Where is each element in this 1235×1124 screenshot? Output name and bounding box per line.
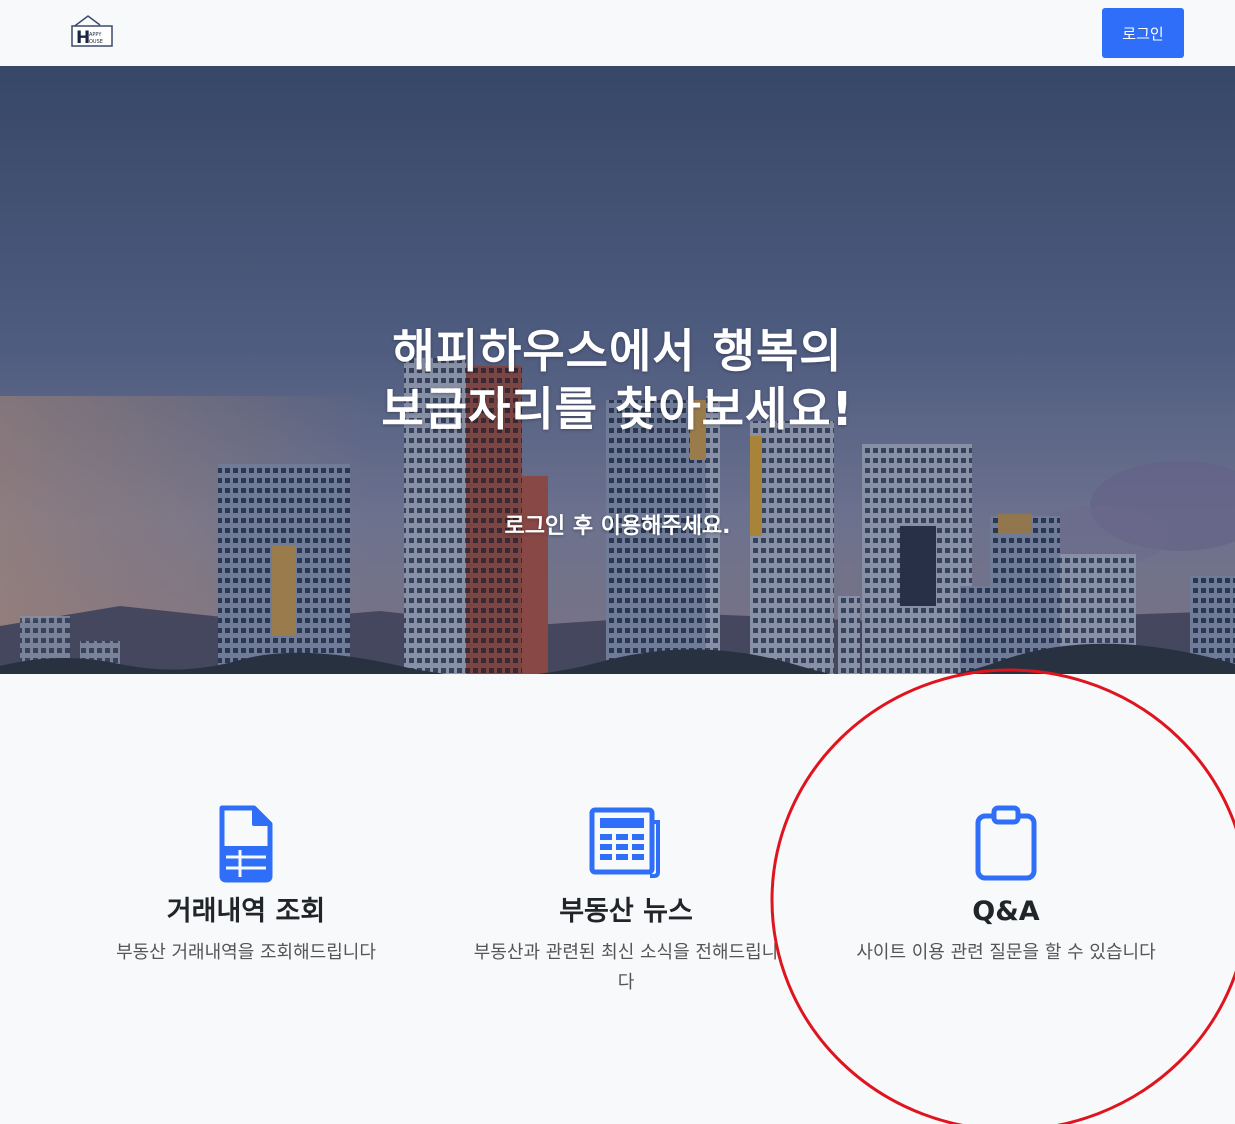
logo-text-top: APPY — [89, 32, 102, 38]
logo-text-bottom: OUSE — [89, 39, 103, 45]
feature-qna-description: 사이트 이용 관련 질문을 할 수 있습니다 — [856, 942, 1156, 963]
navbar: H APPY OUSE 로그인 — [0, 0, 1235, 66]
feature-transactions-title: 거래내역 조회 — [166, 896, 326, 927]
house-logo-icon: H APPY OUSE — [71, 15, 113, 48]
newspaper-icon — [589, 807, 660, 878]
logo-letter: H — [76, 28, 90, 48]
feature-qna-title: Q&A — [972, 896, 1040, 927]
feature-transactions[interactable]: 거래내역 조회 부동산 거래내역을 조회해드립니다 — [81, 804, 411, 968]
features-section: 거래내역 조회 부동산 거래내역을 조회해드립니다 부동산 뉴스 부동산과 관련… — [0, 674, 1235, 1124]
feature-news-title: 부동산 뉴스 — [559, 896, 693, 927]
happy-house-logo[interactable]: H APPY OUSE — [70, 14, 114, 48]
file-table-icon — [219, 805, 273, 883]
hero-title: 해피하우스에서 행복의 보금자리를 찾아보세요! — [0, 322, 1235, 438]
hero-subtitle: 로그인 후 이용해주세요. — [504, 514, 731, 539]
hero-title-line1: 해피하우스에서 행복의 — [392, 324, 843, 378]
login-button[interactable]: 로그인 — [1102, 8, 1184, 58]
feature-qna[interactable]: Q&A 사이트 이용 관련 질문을 할 수 있습니다 — [841, 804, 1171, 968]
hero-title-line2: 보금자리를 찾아보세요! — [381, 382, 854, 436]
clipboard-icon — [975, 805, 1037, 881]
hero-banner: 해피하우스에서 행복의 보금자리를 찾아보세요! 로그인 후 이용해주세요. — [0, 66, 1235, 674]
feature-transactions-description: 부동산 거래내역을 조회해드립니다 — [116, 942, 376, 963]
feature-news[interactable]: 부동산 뉴스 부동산과 관련된 최신 소식을 전해드립니다 — [461, 804, 791, 998]
feature-news-description: 부동산과 관련된 최신 소식을 전해드립니다 — [473, 942, 779, 993]
